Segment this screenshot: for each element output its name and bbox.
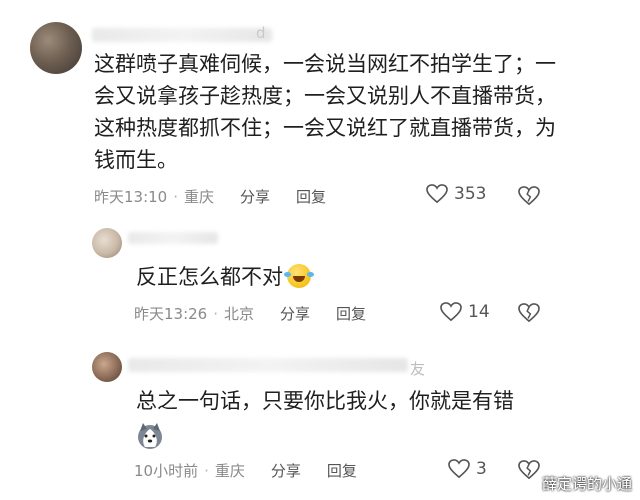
reply-button[interactable]: 回复: [296, 186, 326, 207]
share-button[interactable]: 分享: [271, 460, 301, 481]
heart-icon: [448, 459, 470, 479]
reply-location: 北京: [224, 305, 255, 323]
reply-button[interactable]: 回复: [327, 460, 357, 481]
reply-text: 总之一句话，只要你比我火，你就是有错: [136, 389, 514, 413]
reply-location: 重庆: [214, 462, 245, 480]
heart-icon: [440, 302, 462, 322]
broken-heart-icon[interactable]: [518, 186, 540, 206]
reply-time: 10小时前: [134, 462, 199, 480]
comment-location: 重庆: [184, 188, 215, 206]
heart-icon: [426, 184, 448, 204]
laughing-crying-emoji: [284, 264, 314, 288]
like-count: 3: [476, 459, 487, 479]
like-button[interactable]: 14: [440, 302, 490, 322]
like-button[interactable]: 353: [426, 184, 486, 204]
reply-time: 昨天13:26: [134, 305, 208, 323]
reply-text: 反正怎么都不对: [136, 262, 314, 292]
avatar[interactable]: [92, 228, 122, 258]
broken-heart-icon[interactable]: [518, 460, 540, 480]
like-count: 353: [454, 184, 487, 204]
avatar[interactable]: [92, 352, 122, 382]
share-button[interactable]: 分享: [280, 303, 310, 324]
husky-dog-emoji: [138, 423, 162, 449]
username-blurred[interactable]: [128, 232, 218, 244]
username-blurred[interactable]: [128, 358, 408, 372]
reply-button[interactable]: 回复: [336, 303, 366, 324]
broken-heart-icon[interactable]: [518, 303, 540, 323]
avatar[interactable]: [30, 22, 82, 74]
comment-meta: 昨天13:10 · 重庆 分享 回复: [94, 186, 326, 207]
username-blurred[interactable]: [92, 28, 272, 42]
separator-dot: ·: [213, 304, 219, 323]
separator-dot: ·: [204, 461, 209, 480]
comment-text: 这群喷子真难伺候，一会说当网红不拍学生了；一会又说拿孩子趁热度；一会又说别人不直…: [94, 52, 556, 172]
watermark: 薛定谔的小通: [541, 475, 632, 493]
comment-thread: d 这群喷子真难伺候，一会说当网红不拍学生了；一会又说拿孩子趁热度；一会又说别人…: [0, 0, 640, 500]
reply-meta: 10小时前 · 重庆 分享 回复: [134, 460, 357, 481]
like-button[interactable]: 3: [448, 459, 487, 479]
username-fragment: 友: [410, 360, 426, 378]
comment-time: 昨天13:10: [94, 188, 168, 206]
username-blur-fragment: d: [256, 24, 266, 42]
separator-dot: ·: [173, 187, 179, 206]
like-count: 14: [468, 302, 490, 322]
reply-meta: 昨天13:26 · 北京 分享 回复: [134, 303, 366, 324]
share-button[interactable]: 分享: [240, 186, 270, 207]
reply-text-body: 反正怎么都不对: [136, 265, 283, 289]
